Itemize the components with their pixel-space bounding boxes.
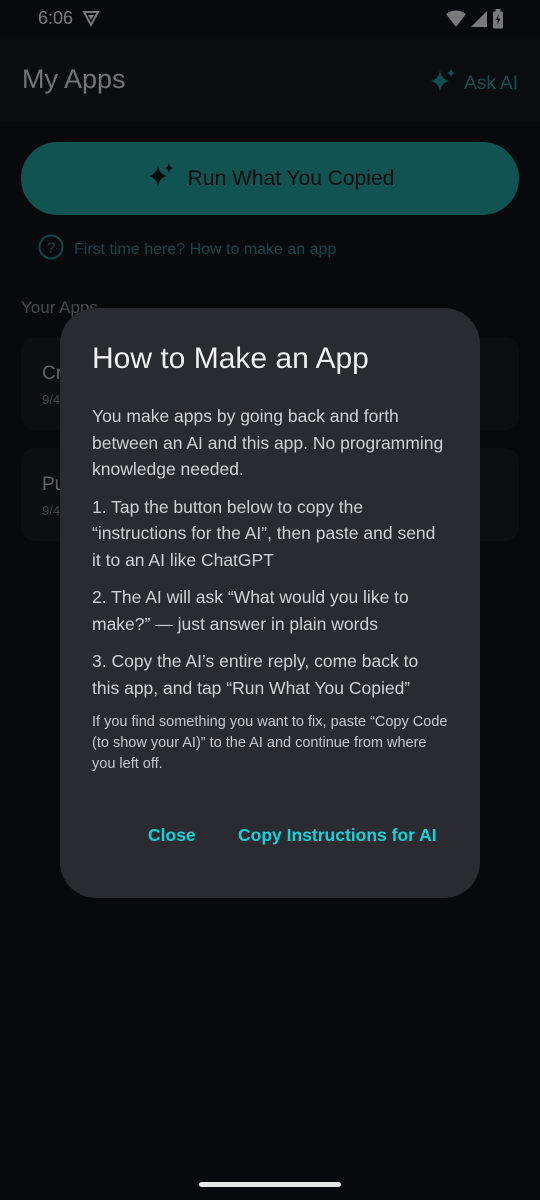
- home-indicator[interactable]: [199, 1182, 341, 1187]
- dialog-intro: You make apps by going back and forth be…: [92, 406, 444, 479]
- dialog-step-3: 3. Copy the AI’s entire reply, come back…: [92, 651, 419, 698]
- close-button[interactable]: Close: [148, 825, 196, 846]
- dialog-title: How to Make an App: [92, 342, 369, 375]
- dialog-step-2: 2. The AI will ask “What would you like …: [92, 587, 409, 634]
- dialog-actions: Close Copy Instructions for AI: [60, 822, 480, 852]
- dialog-note: If you find something you want to fix, p…: [92, 714, 448, 772]
- how-to-dialog: How to Make an App You make apps by goin…: [60, 308, 480, 898]
- dialog-body: You make apps by going back and forth be…: [92, 403, 448, 786]
- copy-instructions-button[interactable]: Copy Instructions for AI: [238, 825, 437, 846]
- dialog-step-1: 1. Tap the button below to copy the “ins…: [92, 496, 436, 570]
